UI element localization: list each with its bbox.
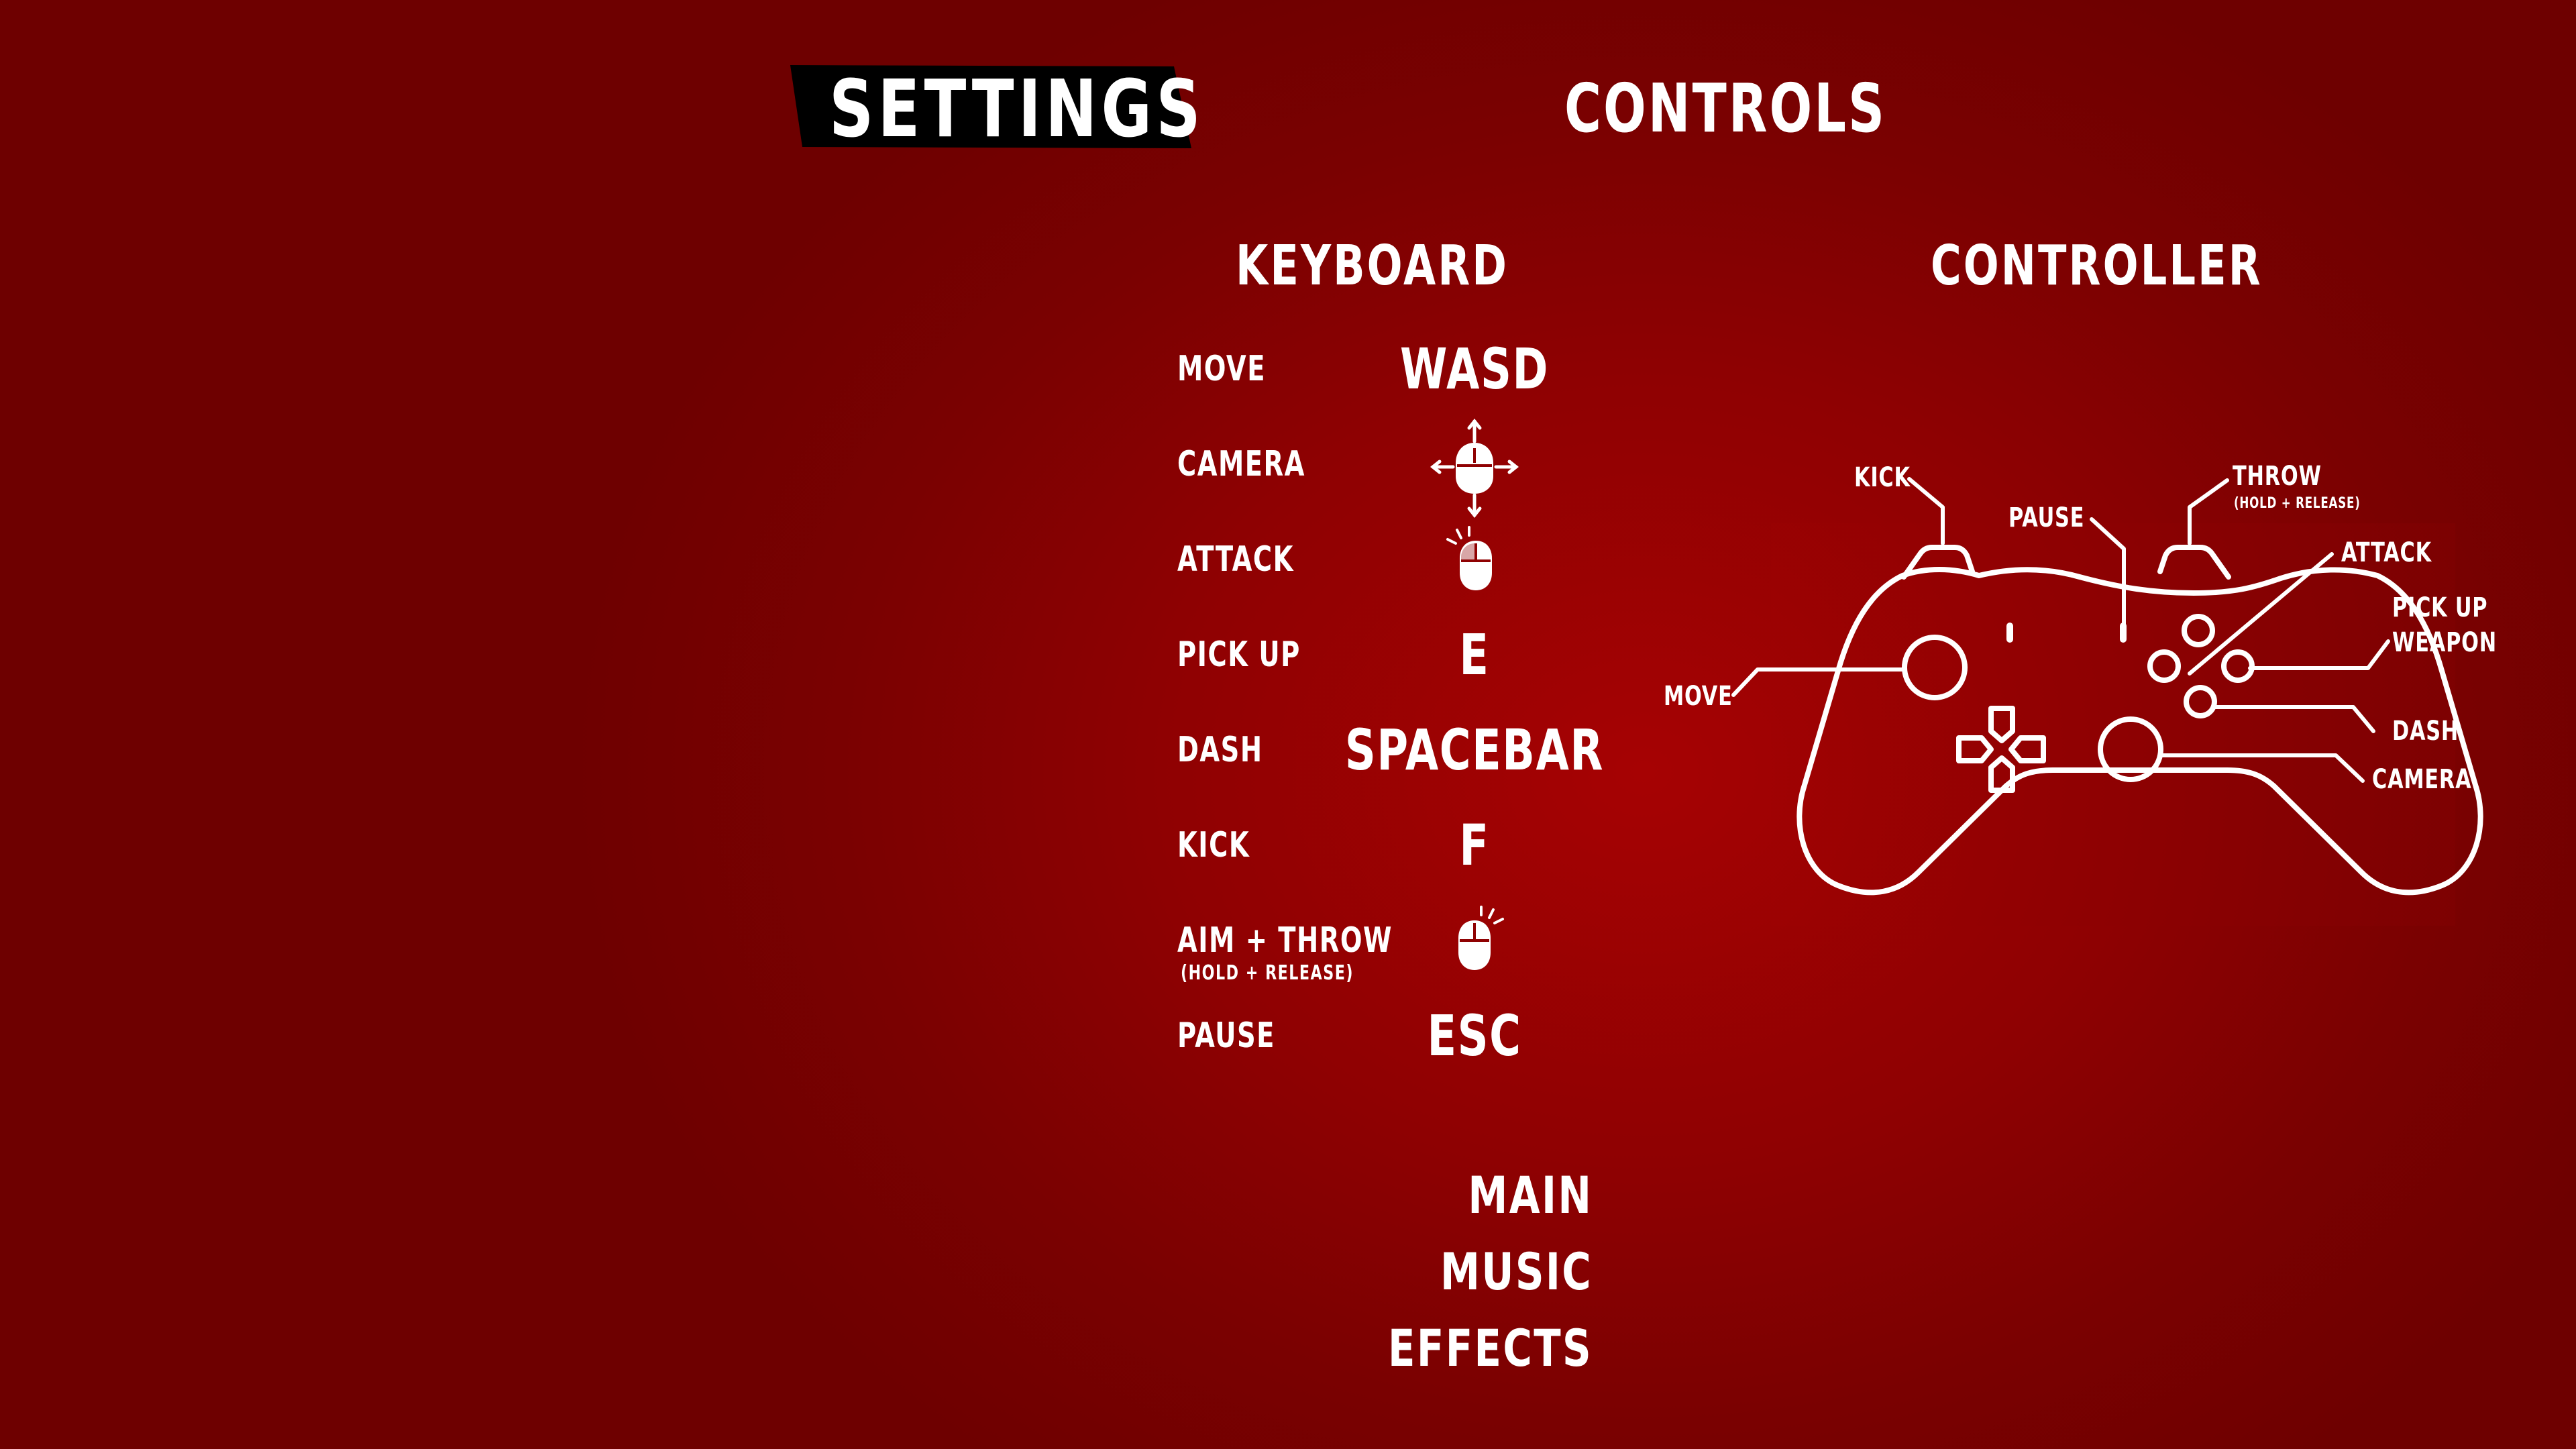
controller-label-camera: CAMERA bbox=[2372, 764, 2472, 795]
controller-label-move: MOVE bbox=[1664, 681, 1733, 712]
controller-label-pause: PAUSE bbox=[2008, 502, 2085, 533]
view-button bbox=[2006, 623, 2013, 643]
controller-final bbox=[1731, 477, 2483, 926]
controller-label-attack: ATTACK bbox=[2341, 537, 2432, 568]
controller-label-pick-up: PICK UP bbox=[2392, 592, 2488, 623]
controller-label-kick: KICK bbox=[1854, 462, 1911, 493]
menu-item-music[interactable]: MUSIC bbox=[1440, 1246, 1593, 1297]
controller-label-dash: DASH bbox=[2392, 716, 2459, 747]
controller-label-weapon: WEAPON bbox=[2392, 627, 2497, 658]
menu-item-effects[interactable]: EFFECTS bbox=[1388, 1323, 1593, 1374]
controller-label-throw: THROW bbox=[2233, 461, 2322, 492]
menu-item-main[interactable]: MAIN bbox=[1468, 1170, 1593, 1221]
controller-sublabel-throw: (HOLD + RELEASE) bbox=[2234, 495, 2361, 512]
